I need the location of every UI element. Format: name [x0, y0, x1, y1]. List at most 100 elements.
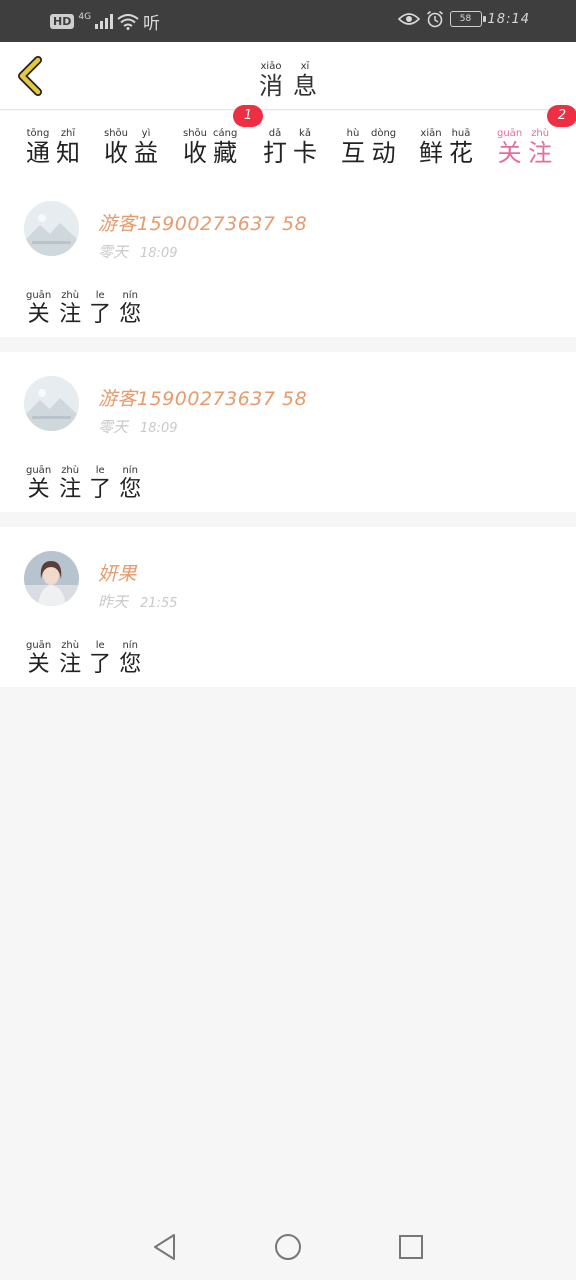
unread-badge: 1	[233, 105, 263, 127]
hanzi: 动	[371, 139, 396, 167]
header: xiāo 消 xī 息	[0, 42, 576, 110]
recents-square-icon	[399, 1235, 423, 1259]
wifi-icon	[117, 13, 139, 30]
message-time: 18:09	[140, 246, 178, 261]
hanzi: 您	[119, 477, 142, 502]
hanzi: 注	[59, 302, 82, 327]
hanzi-char: zhī 知	[56, 128, 80, 166]
hanzi: 了	[89, 302, 112, 327]
message-content: guān 关 zhù 注 le 了 nín 您	[26, 283, 141, 328]
hanzi: 通	[26, 139, 50, 167]
hanzi: 收	[104, 139, 128, 167]
hanzi: 益	[134, 139, 159, 167]
message-content: guān 关 zhù 注 le 了 nín 您	[26, 633, 141, 678]
status-bar: HD 4G 听 58 18:14	[0, 0, 576, 42]
message-card[interactable]: 妍果 昨天 21:55 guān 关 zhù 注 le 了 nín 您	[0, 527, 576, 687]
pinyin: zhù	[61, 465, 80, 476]
network-label: 4G	[78, 11, 92, 22]
page-title: xiāo 消 xī 息	[0, 54, 576, 99]
hanzi: 消	[259, 72, 283, 100]
hanzi: 花	[449, 139, 473, 167]
pinyin: guān	[26, 465, 52, 476]
hanzi: 注	[59, 652, 82, 677]
tab-hù-dòng[interactable]: hù 互 dòng 动	[341, 121, 396, 166]
message-content: guān 关 zhù 注 le 了 nín 您	[26, 458, 141, 503]
message-card[interactable]: 游客15900273637 58 零天 18:09 guān 关 zhù 注 le 了 nín 您	[0, 177, 576, 337]
hanzi-char: zhù 注	[59, 640, 81, 678]
hanzi-char: cáng 藏	[213, 128, 237, 166]
pinyin: nín	[122, 290, 138, 301]
tab-xiān-huā[interactable]: xiān 鲜 huā 花	[419, 121, 473, 166]
battery-level: 58	[459, 14, 472, 24]
tab-dǎ-kǎ[interactable]: dǎ 打 kǎ 卡	[263, 121, 317, 166]
hanzi: 互	[341, 139, 365, 167]
hanzi-char: le 了	[89, 640, 111, 678]
hanzi: 收	[183, 139, 207, 167]
hanzi-char: zhù 注	[59, 465, 81, 503]
hanzi: 注	[59, 477, 82, 502]
tab-shōu-yì[interactable]: shōu 收 yì 益	[104, 121, 158, 166]
hanzi-char: guān 关	[26, 290, 51, 328]
unread-badge: 2	[547, 105, 576, 127]
day-label: 零天	[98, 243, 129, 261]
hanzi-char: le 了	[89, 290, 111, 328]
hanzi: 了	[89, 477, 112, 502]
pinyin: zhù	[61, 290, 80, 301]
hanzi-char: guān 关	[26, 465, 51, 503]
hanzi-char: dòng 动	[371, 128, 396, 166]
avatar[interactable]	[24, 376, 79, 431]
hanzi-char: xiāo 消	[259, 61, 283, 99]
back-triangle-icon	[154, 1234, 175, 1260]
hanzi: 您	[119, 302, 142, 327]
signal-icon	[95, 14, 114, 29]
hanzi: 注	[528, 139, 553, 167]
hanzi-char: guān 关	[26, 640, 51, 678]
message-time: 18:09	[140, 421, 178, 436]
hanzi-char: zhù 注	[528, 128, 552, 166]
placeholder-avatar-icon	[24, 201, 79, 256]
hanzi-char: shōu 收	[104, 128, 128, 166]
system-nav-bar	[0, 1214, 576, 1280]
status-extra-text: 听	[143, 14, 161, 34]
hanzi-char: nín 您	[119, 465, 141, 503]
hanzi-char: dǎ 打	[263, 128, 287, 166]
hd-badge: HD	[50, 14, 75, 29]
nav-recents-button[interactable]	[396, 1232, 426, 1262]
hanzi-char: le 了	[89, 465, 111, 503]
hanzi-char: kǎ 卡	[293, 128, 317, 166]
day-label: 昨天	[98, 593, 129, 611]
hanzi: 关	[27, 652, 50, 677]
tab-shōu-cáng[interactable]: shōu 收 cáng 藏	[183, 121, 237, 166]
alarm-icon	[426, 10, 443, 28]
hanzi-char: nín 您	[119, 640, 141, 678]
day-label: 零天	[98, 418, 129, 436]
nav-home-button[interactable]	[273, 1232, 303, 1262]
user-photo-icon	[24, 551, 79, 606]
message-card[interactable]: 游客15900273637 58 零天 18:09 guān 关 zhù 注 le 了 nín 您	[0, 352, 576, 512]
hanzi: 息	[293, 72, 317, 100]
status-right: 58 18:14	[397, 10, 530, 28]
pinyin: guān	[26, 290, 52, 301]
nav-back-button[interactable]	[150, 1232, 180, 1262]
hanzi: 卡	[293, 139, 317, 167]
hanzi: 关	[27, 302, 50, 327]
status-left: HD 4G 听	[50, 9, 160, 34]
hanzi: 关	[27, 477, 50, 502]
tab-tōng-zhī[interactable]: tōng 通 zhī 知	[26, 121, 80, 166]
hanzi: 藏	[213, 139, 238, 167]
hanzi: 打	[263, 139, 287, 167]
hanzi-char: xī 息	[293, 61, 317, 99]
avatar[interactable]	[24, 201, 79, 256]
tab-bar: tōng 通 zhī 知 shōu 收 yì 益 shōu 收 cáng 藏 1 dǎ 打 kǎ 卡 hù 互 dòn…	[0, 105, 576, 180]
tab-guān-zhù[interactable]: guān 关 zhù 注	[497, 121, 552, 180]
pinyin: le	[95, 640, 105, 651]
hanzi-char: tōng 通	[26, 128, 50, 166]
username[interactable]: 游客15900273637 58	[98, 209, 307, 236]
pinyin: nín	[122, 640, 138, 651]
avatar[interactable]	[24, 551, 79, 606]
home-circle-icon	[275, 1234, 301, 1260]
message-meta: 零天 18:09	[98, 241, 177, 262]
hanzi-char: huā 花	[449, 128, 473, 166]
username[interactable]: 游客15900273637 58	[98, 384, 307, 411]
username[interactable]: 妍果	[98, 559, 137, 586]
